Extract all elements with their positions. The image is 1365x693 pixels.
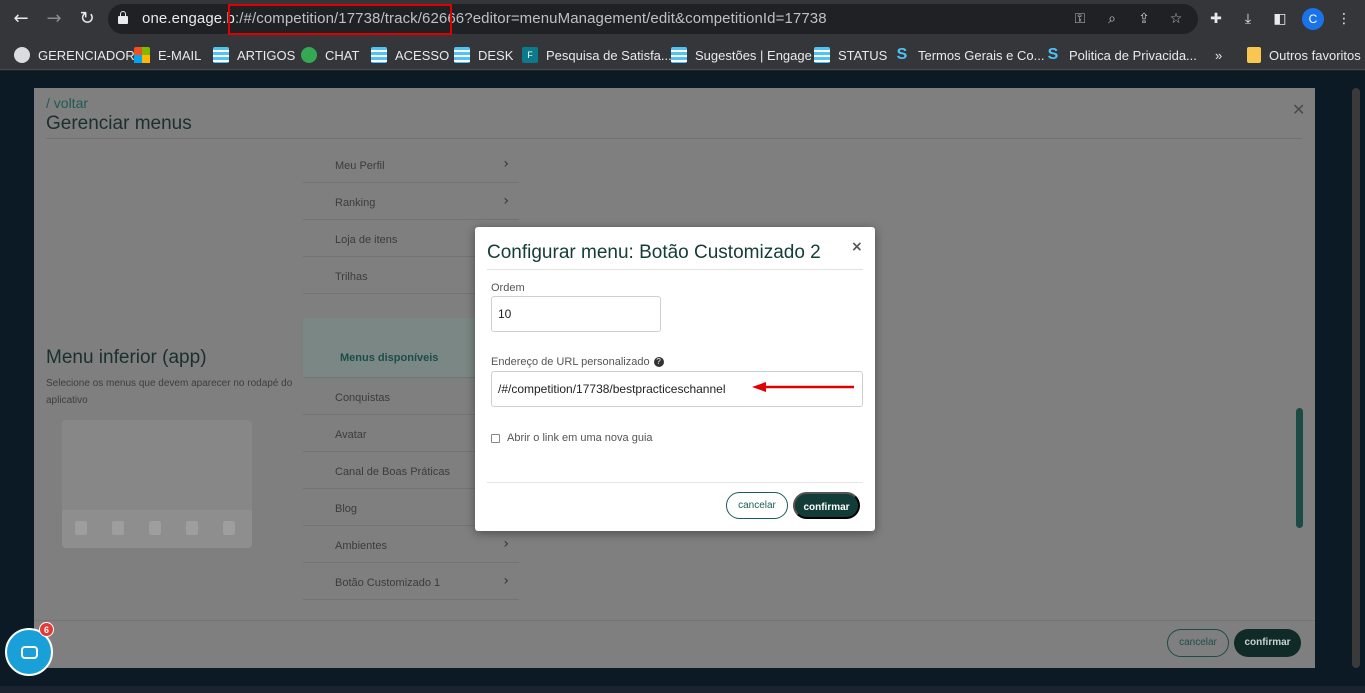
menu-icon[interactable]: ⋮ (1334, 9, 1354, 29)
bookmark-acesso[interactable]: ACESSO (371, 46, 449, 64)
help-icon[interactable]: ? (653, 357, 664, 368)
bookmark-artigos[interactable]: ARTIGOS (213, 46, 295, 64)
chat-icon (301, 47, 317, 63)
stripe-icon (213, 47, 229, 63)
close-icon[interactable]: × (851, 239, 863, 255)
lock-icon[interactable] (118, 11, 128, 24)
menu-item-ranking[interactable]: Ranking › (303, 183, 519, 220)
stripe-icon (671, 47, 687, 63)
placeholder-icon (149, 521, 161, 535)
chevron-right-icon: › (503, 193, 509, 209)
stripe-icon (454, 47, 470, 63)
bookmarks-bar: GERENCIADOR E-MAIL ARTIGOS CHAT ACESSO D… (0, 38, 1365, 70)
panel-title: Gerenciar menus (46, 113, 192, 134)
panel-footer-divider (34, 620, 1315, 621)
url-label: Endereço de URL personalizado? (491, 356, 664, 368)
section-title: Menu inferior (app) (46, 347, 207, 368)
page-scrollbar[interactable] (1352, 88, 1360, 668)
panel-divider (46, 138, 1302, 139)
bookmarks-overflow[interactable]: » (1215, 46, 1222, 64)
placeholder-icon (223, 521, 235, 535)
annotation-arrow-icon (752, 382, 854, 392)
bookmark-email[interactable]: E-MAIL (134, 46, 201, 64)
panel-scrollbar[interactable] (1296, 408, 1303, 528)
order-label: Ordem (491, 282, 525, 294)
confirm-button[interactable]: confirmar (793, 492, 860, 519)
browser-toolbar: ← → ↻ one.engage.b:/#/competition/17738/… (0, 0, 1365, 38)
stripe-icon (814, 47, 830, 63)
menu-item-meu-perfil[interactable]: Meu Perfil › (303, 146, 519, 183)
bookmark-status[interactable]: STATUS (814, 46, 887, 64)
panel-cancel-button[interactable]: cancelar (1167, 629, 1229, 657)
share-icon[interactable]: ⇪ (1134, 9, 1154, 29)
back-icon[interactable]: ← (9, 7, 33, 31)
placeholder-icon (186, 521, 198, 535)
new-tab-label: Abrir o link em uma nova guia (507, 432, 653, 444)
panel-close-icon[interactable]: ✕ (1292, 100, 1305, 119)
back-link[interactable]: / voltar (46, 95, 88, 111)
configure-menu-modal: Configurar menu: Botão Customizado 2 × O… (475, 227, 875, 531)
chat-bubble-icon (21, 646, 38, 659)
order-input[interactable] (491, 296, 661, 332)
folder-icon (1247, 47, 1261, 63)
download-icon[interactable]: ⤓ (1238, 9, 1258, 29)
bookmark-pesquisa[interactable]: F Pesquisa de Satisfa... (522, 46, 672, 64)
panel-confirm-button[interactable]: confirmar (1234, 629, 1301, 657)
bookmark-termos[interactable]: S Termos Gerais e Co... (894, 46, 1045, 64)
section-description: Selecione os menus que devem aparecer no… (46, 378, 293, 406)
globe-icon (14, 47, 30, 63)
placeholder-icon (75, 521, 87, 535)
modal-title: Configurar menu: Botão Customizado 2 (487, 242, 821, 263)
chat-notification-badge: 6 (39, 622, 54, 637)
chevron-right-icon: › (503, 536, 509, 552)
s-logo-icon: S (1047, 46, 1059, 63)
bookmark-gerenciador[interactable]: GERENCIADOR (14, 46, 135, 64)
url-highlight-box (228, 4, 452, 35)
extensions-icon[interactable]: ✚ (1206, 9, 1226, 29)
star-icon[interactable]: ☆ (1166, 9, 1186, 29)
sidepanel-icon[interactable]: ◧ (1270, 9, 1290, 29)
bookmark-politica[interactable]: S Politica de Privacida... (1045, 46, 1197, 64)
cancel-button[interactable]: cancelar (726, 492, 788, 519)
bookmark-sugestoes[interactable]: Sugestões | Engage (671, 46, 812, 64)
modal-divider (487, 269, 863, 270)
reload-icon[interactable]: ↻ (75, 7, 99, 31)
forms-icon: F (522, 47, 538, 63)
bookmark-chat[interactable]: CHAT (301, 46, 359, 64)
menu-item-botao-customizado-1[interactable]: Botão Customizado 1 › (303, 563, 519, 600)
taskbar-strip (0, 686, 1365, 693)
zoom-icon[interactable]: ⌕ (1102, 9, 1122, 29)
placeholder-icon (112, 521, 124, 535)
stripe-icon (371, 47, 387, 63)
bookmark-desk[interactable]: DESK (454, 46, 513, 64)
new-tab-checkbox[interactable] (491, 434, 500, 443)
s-logo-icon: S (896, 46, 908, 63)
chevron-right-icon: › (503, 573, 509, 589)
chevron-right-icon: › (503, 156, 509, 172)
microsoft-icon (134, 47, 150, 63)
modal-footer-divider (487, 482, 863, 483)
forward-icon[interactable]: → (42, 7, 66, 31)
bookmark-folder-other[interactable]: Outros favoritos (1247, 46, 1361, 64)
key-icon[interactable]: ⚿ (1070, 9, 1090, 29)
profile-avatar[interactable]: C (1302, 8, 1324, 30)
menu-item-ambientes[interactable]: Ambientes › (303, 526, 519, 563)
